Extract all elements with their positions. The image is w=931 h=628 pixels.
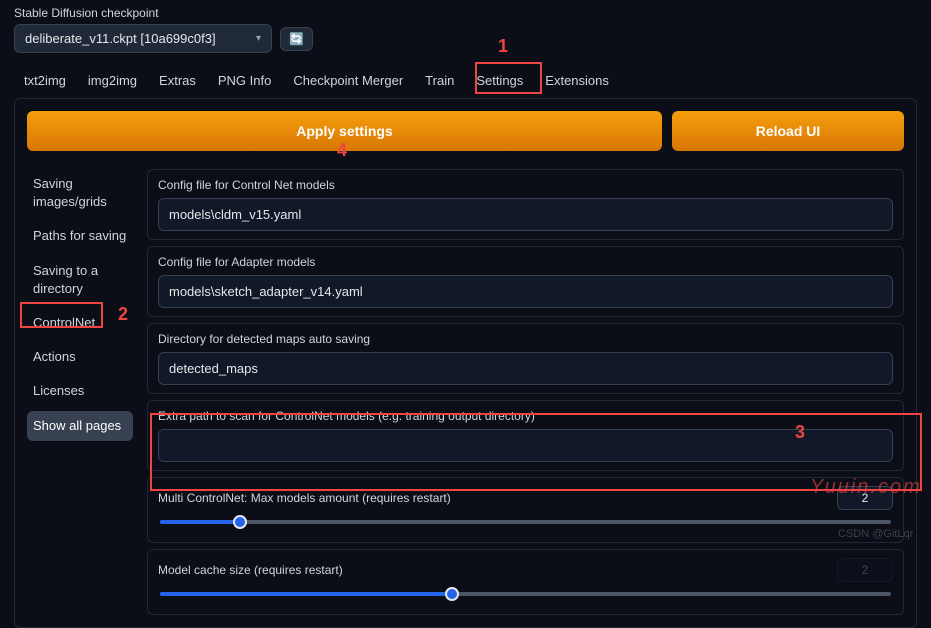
detected-dir-input[interactable]: [158, 352, 893, 385]
refresh-icon: 🔄: [289, 32, 304, 46]
tab-extensions[interactable]: Extensions: [545, 73, 609, 88]
watermark: Yuuin.com: [810, 476, 922, 499]
slider-thumb-icon[interactable]: [233, 515, 247, 529]
cache-value[interactable]: 2: [837, 558, 893, 582]
checkpoint-label: Stable Diffusion checkpoint: [14, 6, 917, 20]
config-cn-label: Config file for Control Net models: [158, 178, 893, 192]
refresh-button[interactable]: 🔄: [280, 27, 313, 51]
setting-config-cn: Config file for Control Net models: [147, 169, 904, 240]
apply-settings-button[interactable]: Apply settings: [27, 111, 662, 151]
tab-train[interactable]: Train: [425, 73, 454, 88]
detected-dir-label: Directory for detected maps auto saving: [158, 332, 893, 346]
sidebar-item-controlnet[interactable]: ControlNet: [27, 308, 133, 338]
setting-config-adapter: Config file for Adapter models: [147, 246, 904, 317]
sidebar-item-saving-dir[interactable]: Saving to a directory: [27, 256, 133, 304]
checkpoint-value: deliberate_v11.ckpt [10a699c0f3]: [25, 31, 216, 46]
setting-cache-size: Model cache size (requires restart) 2: [147, 549, 904, 615]
setting-detected-dir: Directory for detected maps auto saving: [147, 323, 904, 394]
sidebar-item-show-all[interactable]: Show all pages: [27, 411, 133, 441]
reload-ui-button[interactable]: Reload UI: [672, 111, 904, 151]
watermark-csdn: CSDN @GitLqr: [838, 528, 913, 540]
config-adapter-label: Config file for Adapter models: [158, 255, 893, 269]
tab-checkpoint-merger[interactable]: Checkpoint Merger: [293, 73, 403, 88]
tab-txt2img[interactable]: txt2img: [24, 73, 66, 88]
config-adapter-input[interactable]: [158, 275, 893, 308]
extra-path-label: Extra path to scan for ControlNet models…: [158, 409, 893, 423]
tab-extras[interactable]: Extras: [159, 73, 196, 88]
sidebar-item-licenses[interactable]: Licenses: [27, 376, 133, 406]
extra-path-input[interactable]: [158, 429, 893, 462]
tab-settings[interactable]: Settings: [476, 73, 523, 88]
checkpoint-select[interactable]: deliberate_v11.ckpt [10a699c0f3] ▾: [14, 24, 272, 53]
multi-cn-label: Multi ControlNet: Max models amount (req…: [158, 491, 451, 505]
cache-slider[interactable]: [160, 592, 891, 596]
sidebar-item-saving-images[interactable]: Saving images/grids: [27, 169, 133, 217]
tab-pnginfo[interactable]: PNG Info: [218, 73, 271, 88]
chevron-down-icon: ▾: [256, 33, 261, 44]
setting-extra-path: Extra path to scan for ControlNet models…: [147, 400, 904, 471]
setting-multi-controlnet: Multi ControlNet: Max models amount (req…: [147, 477, 904, 543]
settings-sidebar: Saving images/grids Paths for saving Sav…: [27, 169, 133, 615]
sidebar-item-paths[interactable]: Paths for saving: [27, 221, 133, 251]
cache-label: Model cache size (requires restart): [158, 563, 343, 577]
tab-img2img[interactable]: img2img: [88, 73, 137, 88]
content-panel: Apply settings Reload UI Saving images/g…: [14, 98, 917, 628]
config-cn-input[interactable]: [158, 198, 893, 231]
multi-cn-slider[interactable]: [160, 520, 891, 524]
tab-bar: txt2img img2img Extras PNG Info Checkpoi…: [0, 55, 931, 98]
sidebar-item-actions[interactable]: Actions: [27, 342, 133, 372]
settings-column: Config file for Control Net models Confi…: [147, 169, 904, 615]
slider-thumb-icon[interactable]: [445, 587, 459, 601]
